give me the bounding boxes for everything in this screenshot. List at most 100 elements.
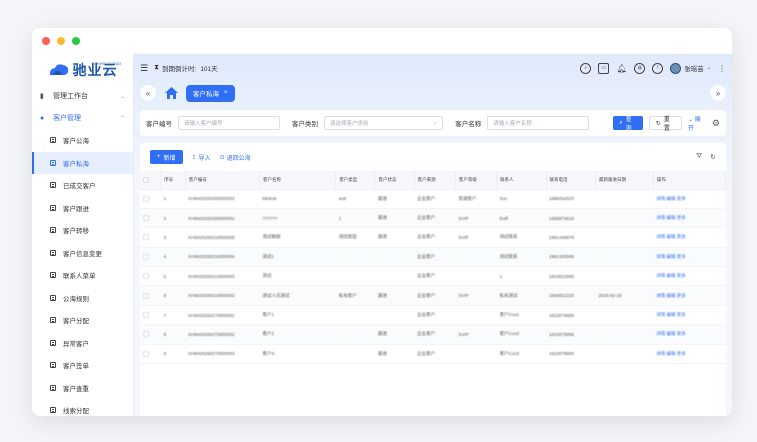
table-cell (595, 344, 654, 365)
table-cell: KH8420250210000003 (185, 266, 260, 287)
sidebar-item-closed-customers[interactable]: 已成交客户 (32, 174, 133, 197)
table-row[interactable]: 5 KH8420250210000003 测试 企业客户 1 1823022695 详情 编… (140, 266, 726, 287)
more-vertical-icon[interactable]: ⋮ (718, 64, 726, 73)
tab-private-pool[interactable]: 客户私海 × (186, 84, 235, 102)
minimize-window-button[interactable] (57, 37, 65, 45)
row-actions[interactable]: 详情 编辑 更多 (653, 305, 726, 326)
sidebar-item-pool-rules[interactable]: 公海规则 (32, 287, 133, 310)
list-icon (50, 407, 56, 414)
column-header: 客户名称 (259, 171, 337, 190)
sidebar-item-contract[interactable]: 客户签单 (32, 354, 133, 377)
row-checkbox[interactable] (140, 266, 161, 287)
message-icon[interactable]: ▭ (598, 62, 610, 74)
table-cell: 普通客户 (455, 189, 497, 209)
table-row[interactable]: 9 KH8420250270000003 客户3 跟进 企业客户 客户Cus3 162307… (140, 344, 726, 365)
table-header-row: 序号 客户编号 客户名称 客户类型 客户状态 客户来源 客户等级 联系人 联系电… (140, 171, 726, 190)
column-header: 联系人 (496, 171, 547, 190)
expand-right-icon[interactable]: » (710, 85, 726, 101)
table-cell: 企业客户 (414, 247, 456, 268)
sidebar-item-label: 公海规则 (63, 295, 89, 303)
row-actions[interactable]: 详情 编辑 更多 (653, 324, 726, 345)
select-all-checkbox[interactable] (140, 171, 162, 190)
close-icon[interactable]: × (224, 90, 228, 96)
query-button[interactable]: ⌕ 查询 (613, 116, 643, 132)
globe-icon[interactable]: ◍ (634, 62, 646, 74)
table-cell: 1 (160, 189, 186, 209)
customer-type-select[interactable]: 请选择客户类别 ⌄ (323, 116, 444, 130)
bell-icon[interactable]: 🔔︎ (616, 63, 627, 74)
sidebar-item-private-pool[interactable]: 客户私海 (32, 151, 133, 174)
sidebar-item-contacts[interactable]: 联系人菜单 (32, 264, 133, 287)
table-row[interactable]: 2 KH8420250200000001?????? 1 跟进 企业客户 SVIP Evil… (140, 208, 726, 229)
sidebar-item-label: 客户跟进 (63, 205, 89, 213)
table-row[interactable]: 6 KH8420250210000002 测试人员测试 私有客户 跟进 企业客户 SVIP 私… (140, 285, 726, 306)
table-row[interactable]: 3 KH8420250210000005 测试数据 测试类型 跟进 企业客户 SVIP 测试联… (140, 227, 726, 248)
row-actions[interactable]: 详情 编辑 更多 (653, 344, 726, 365)
row-checkbox[interactable] (140, 189, 161, 209)
sidebar-item-dedup[interactable]: 客户查重 (32, 377, 133, 400)
row-actions[interactable]: 详情 编辑 更多 (653, 208, 726, 229)
table-row[interactable]: 4 KH8420250210000004 测试1 企业客户 测试联系 1991320568… (140, 247, 726, 268)
sidebar-item-assign[interactable]: 客户分配 (32, 309, 133, 332)
sidebar-item-transfer[interactable]: 客户转移 (32, 219, 133, 242)
customer-code-input[interactable]: 请输入客户编号 (178, 116, 280, 130)
table-cell: 1 (335, 208, 375, 229)
table-row[interactable]: 1 KH8420250200000002 blinkok aoit 跟进 企业客户 普通客户… (140, 189, 726, 209)
row-actions[interactable]: 详情 编辑 更多 (653, 266, 726, 287)
sidebar-group-dashboard[interactable]: ▮ 管理工作台 ⌄ (32, 85, 133, 107)
home-icon[interactable] (162, 85, 180, 101)
table-cell: 客户2 (259, 324, 336, 345)
row-checkbox[interactable] (140, 344, 161, 365)
row-checkbox[interactable] (140, 247, 161, 268)
sidebar-item-lead-assign[interactable]: 线索分配 (32, 399, 133, 416)
gear-icon[interactable]: ⚙ (712, 118, 720, 129)
search-icon[interactable]: ⌕ (580, 62, 592, 74)
sidebar-item-info-change[interactable]: 客户信息变更 (32, 242, 133, 265)
expand-toggle[interactable]: ⌄ 展开 (688, 114, 706, 132)
table-cell: KH8420250270000002 (185, 324, 260, 345)
table-row[interactable]: 7 KH8420250270000001 客户1 企业客户 客户Cus1 16230799… (140, 305, 726, 326)
list-icon (50, 317, 56, 324)
row-checkbox[interactable] (140, 208, 161, 229)
row-actions[interactable]: 详情 编辑 更多 (653, 189, 726, 209)
refresh-icon[interactable]: ↻ (710, 153, 716, 161)
table-cell: 企业客户 (414, 208, 456, 229)
row-checkbox[interactable] (140, 227, 161, 248)
sidebar-item-label: 客户信息变更 (63, 250, 102, 258)
table-cell (455, 305, 497, 326)
sidebar-item-public-pool[interactable]: 客户公海 (32, 129, 133, 152)
column-header: 客户状态 (374, 171, 415, 190)
sidebar-item-abnormal[interactable]: 异常客户 (32, 332, 133, 355)
table-cell: KH8420250200000001 (185, 208, 260, 229)
row-checkbox[interactable] (140, 285, 161, 306)
filter-icon[interactable]: ⛛ (696, 153, 702, 161)
user-menu[interactable]: 张瑶芸 ⌄ (670, 62, 711, 74)
table-cell: 企业客户 (414, 266, 456, 287)
column-header: 最新跟进日期 (595, 171, 654, 190)
row-actions[interactable]: 详情 编辑 更多 (653, 227, 726, 248)
row-checkbox[interactable] (140, 305, 161, 326)
customer-name-input[interactable]: 请输入客户名称 (487, 116, 590, 130)
sidebar-item-follow-up[interactable]: 客户跟进 (32, 197, 133, 220)
table-toolbar: + 新增 ⇪ 导入 ⊙ 退回公海 ⛛ ↻ (140, 143, 726, 171)
menu-toggle-icon[interactable]: ☰ (140, 63, 148, 74)
close-window-button[interactable] (42, 37, 50, 45)
row-actions[interactable]: 详情 编辑 更多 (653, 285, 726, 306)
import-button[interactable]: ⇪ 导入 (192, 153, 211, 162)
info-icon[interactable]: ! (652, 62, 664, 74)
reset-button[interactable]: ↻ 重置 (648, 116, 682, 132)
sidebar-group-label: 管理工作台 (53, 93, 88, 100)
add-button[interactable]: + 新增 (150, 150, 183, 164)
row-checkbox[interactable] (140, 324, 161, 345)
table-cell: 企业客户 (414, 227, 456, 248)
maximize-window-button[interactable] (72, 37, 80, 45)
table-row[interactable]: 8 KH8420250270000002 客户2 跟进 企业客户 SVIP 客户Cus2 16… (140, 324, 726, 345)
row-actions[interactable]: 详情 编辑 更多 (653, 247, 726, 268)
table-cell: 1623079906 (546, 305, 596, 326)
sidebar-group-customer[interactable]: ● 客户管理 ⌃ (32, 107, 133, 129)
return-to-pool-button[interactable]: ⊙ 退回公海 (220, 153, 251, 162)
collapse-left-icon[interactable]: « (140, 85, 156, 101)
table-cell: 测试联系 (496, 227, 547, 248)
type-label: 客户类别 (291, 121, 318, 128)
sidebar-item-label: 客户分配 (63, 318, 89, 326)
